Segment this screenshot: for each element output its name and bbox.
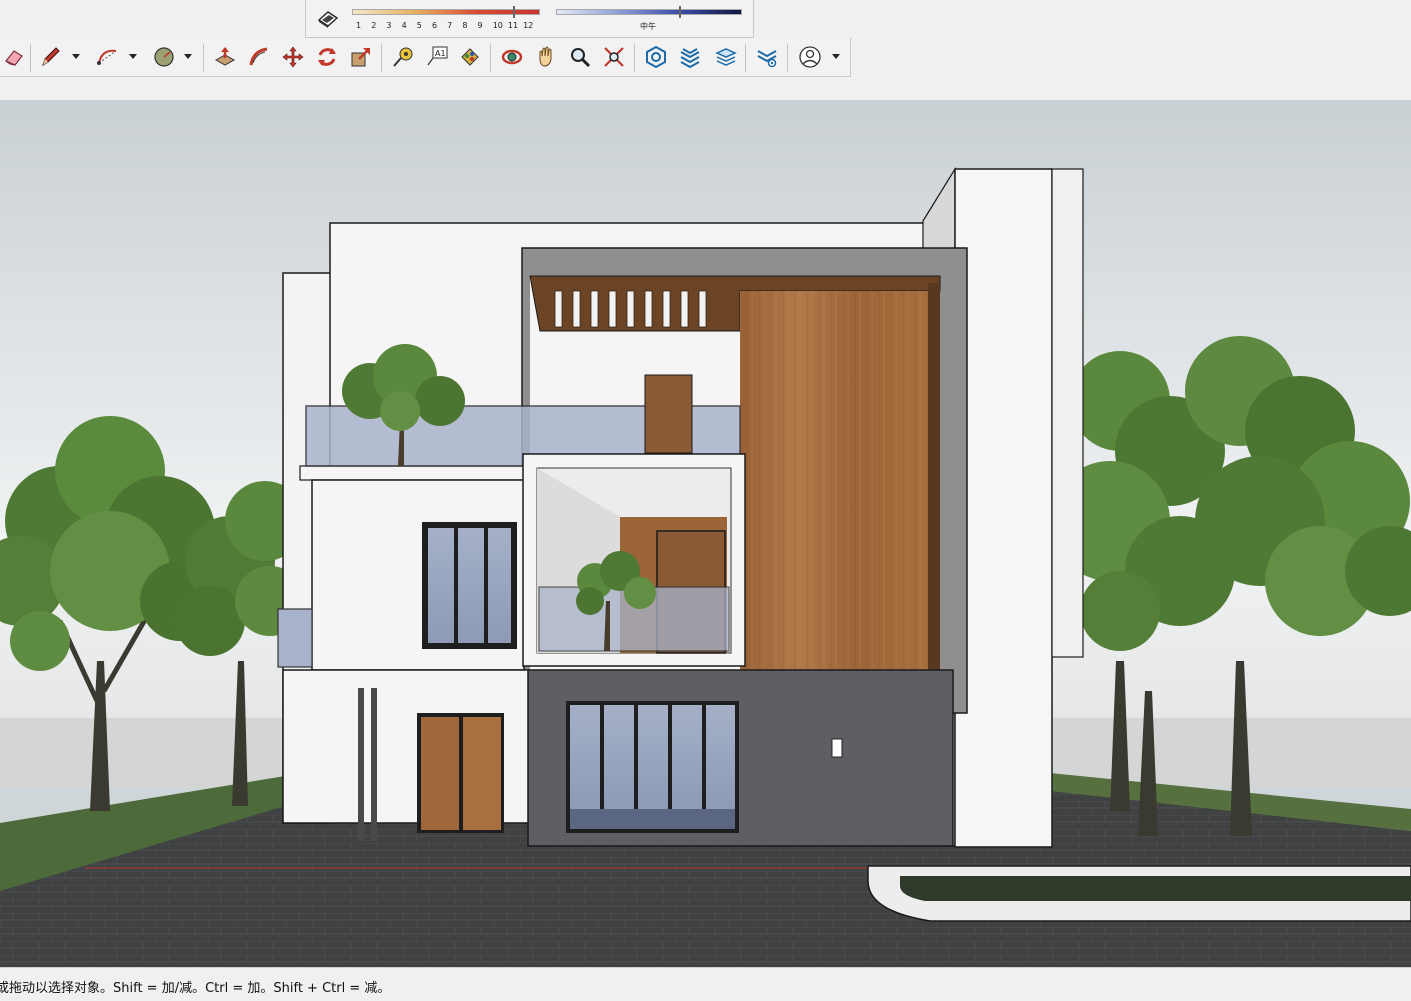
month-tick: 5 xyxy=(416,21,422,30)
status-bar: 或拖动以选择对象。Shift = 加/减。Ctrl = 加。Shift + Ct… xyxy=(0,967,1411,1001)
wood-panel-edge xyxy=(928,283,940,713)
follow-me-icon[interactable] xyxy=(245,44,273,70)
model-viewport[interactable] xyxy=(0,101,1411,967)
month-gradient xyxy=(352,9,540,15)
shadow-toggle-icon[interactable] xyxy=(316,6,340,30)
drawing-toolbar: A1 xyxy=(0,38,851,77)
toolbar-separator xyxy=(745,44,746,72)
chimney-wood xyxy=(644,374,693,454)
month-tick: 8 xyxy=(462,21,468,30)
rotate-icon[interactable] xyxy=(313,44,341,70)
svg-text:A1: A1 xyxy=(435,49,446,58)
status-text: 或拖动以选择对象。Shift = 加/减。Ctrl = 加。Shift + Ct… xyxy=(0,981,391,996)
push-pull-icon[interactable] xyxy=(211,44,239,70)
month-tick: 6 xyxy=(431,21,438,30)
month-tick: 2 xyxy=(371,21,377,30)
entrance-door-right xyxy=(463,717,501,830)
month-tick: 10 xyxy=(492,21,503,30)
month-tick: 7 xyxy=(447,21,453,30)
orbit-icon[interactable] xyxy=(498,44,526,70)
toolbar-separator xyxy=(30,44,31,72)
month-tick: 12 xyxy=(523,21,534,30)
scale-icon[interactable] xyxy=(347,44,375,70)
month-tick: 4 xyxy=(401,21,407,30)
arc-icon[interactable] xyxy=(94,44,122,70)
month-tick: 3 xyxy=(386,21,392,30)
toolbar-separator xyxy=(634,44,635,72)
move-icon[interactable] xyxy=(279,44,307,70)
chevron-down-icon[interactable] xyxy=(183,51,193,61)
time-label: 中午 xyxy=(640,22,656,31)
month-slider[interactable]: 1 2 3 4 5 6 7 8 9 10 11 12 xyxy=(352,6,540,30)
layers-icon[interactable] xyxy=(712,44,740,70)
month-tick: 11 xyxy=(507,21,519,30)
shadow-settings-panel: 1 2 3 4 5 6 7 8 9 10 11 12 中午 xyxy=(305,0,754,38)
tape-measure-icon[interactable] xyxy=(389,44,417,70)
left-side-balcony xyxy=(277,608,313,668)
zoom-extents-icon[interactable] xyxy=(600,44,628,70)
chevron-down-icon[interactable] xyxy=(71,51,81,61)
circle-icon[interactable] xyxy=(150,44,178,70)
zoom-icon[interactable] xyxy=(566,44,594,70)
sandbox-icon[interactable] xyxy=(676,44,704,70)
scene-render xyxy=(0,101,1411,967)
pencil-icon[interactable] xyxy=(36,44,64,70)
month-tick: 9 xyxy=(477,21,483,30)
window-second-left-glass xyxy=(428,528,511,643)
wood-cladding-grain xyxy=(740,291,930,674)
text-icon[interactable]: A1 xyxy=(423,44,451,70)
entrance-door-left xyxy=(421,717,459,830)
paint-bucket-icon[interactable] xyxy=(456,44,484,70)
glass-door-panes xyxy=(570,705,735,809)
time-gradient xyxy=(556,9,742,15)
eraser-icon[interactable] xyxy=(0,44,28,70)
month-slider-handle[interactable] xyxy=(513,6,515,18)
month-ticks: 1 2 3 4 5 6 7 8 9 10 11 12 xyxy=(356,21,538,30)
month-tick: 1 xyxy=(356,21,362,30)
extension-icon[interactable] xyxy=(753,44,781,70)
time-slider-handle[interactable] xyxy=(679,6,681,18)
toolbar-separator xyxy=(490,44,491,72)
pan-icon[interactable] xyxy=(532,44,560,70)
down-pipe-1 xyxy=(358,688,364,841)
right-column xyxy=(954,168,1053,848)
toolbar-separator xyxy=(203,44,204,72)
chevron-down-icon[interactable] xyxy=(128,51,138,61)
wall-light xyxy=(831,738,843,758)
planter-soil xyxy=(900,876,1411,901)
time-slider[interactable]: 中午 xyxy=(556,6,742,31)
down-pipe-2 xyxy=(371,688,377,841)
pergola-openings xyxy=(554,290,707,328)
toolbar-separator xyxy=(381,44,382,72)
right-column-back xyxy=(1051,168,1084,658)
user-account-icon[interactable] xyxy=(796,44,824,70)
toolbar-separator xyxy=(787,44,788,72)
glass-door-kick xyxy=(570,809,735,829)
toolbar-area: 1 2 3 4 5 6 7 8 9 10 11 12 中午 A1 xyxy=(0,0,1411,101)
chevron-down-icon[interactable] xyxy=(831,51,841,61)
layout-icon[interactable] xyxy=(642,44,670,70)
